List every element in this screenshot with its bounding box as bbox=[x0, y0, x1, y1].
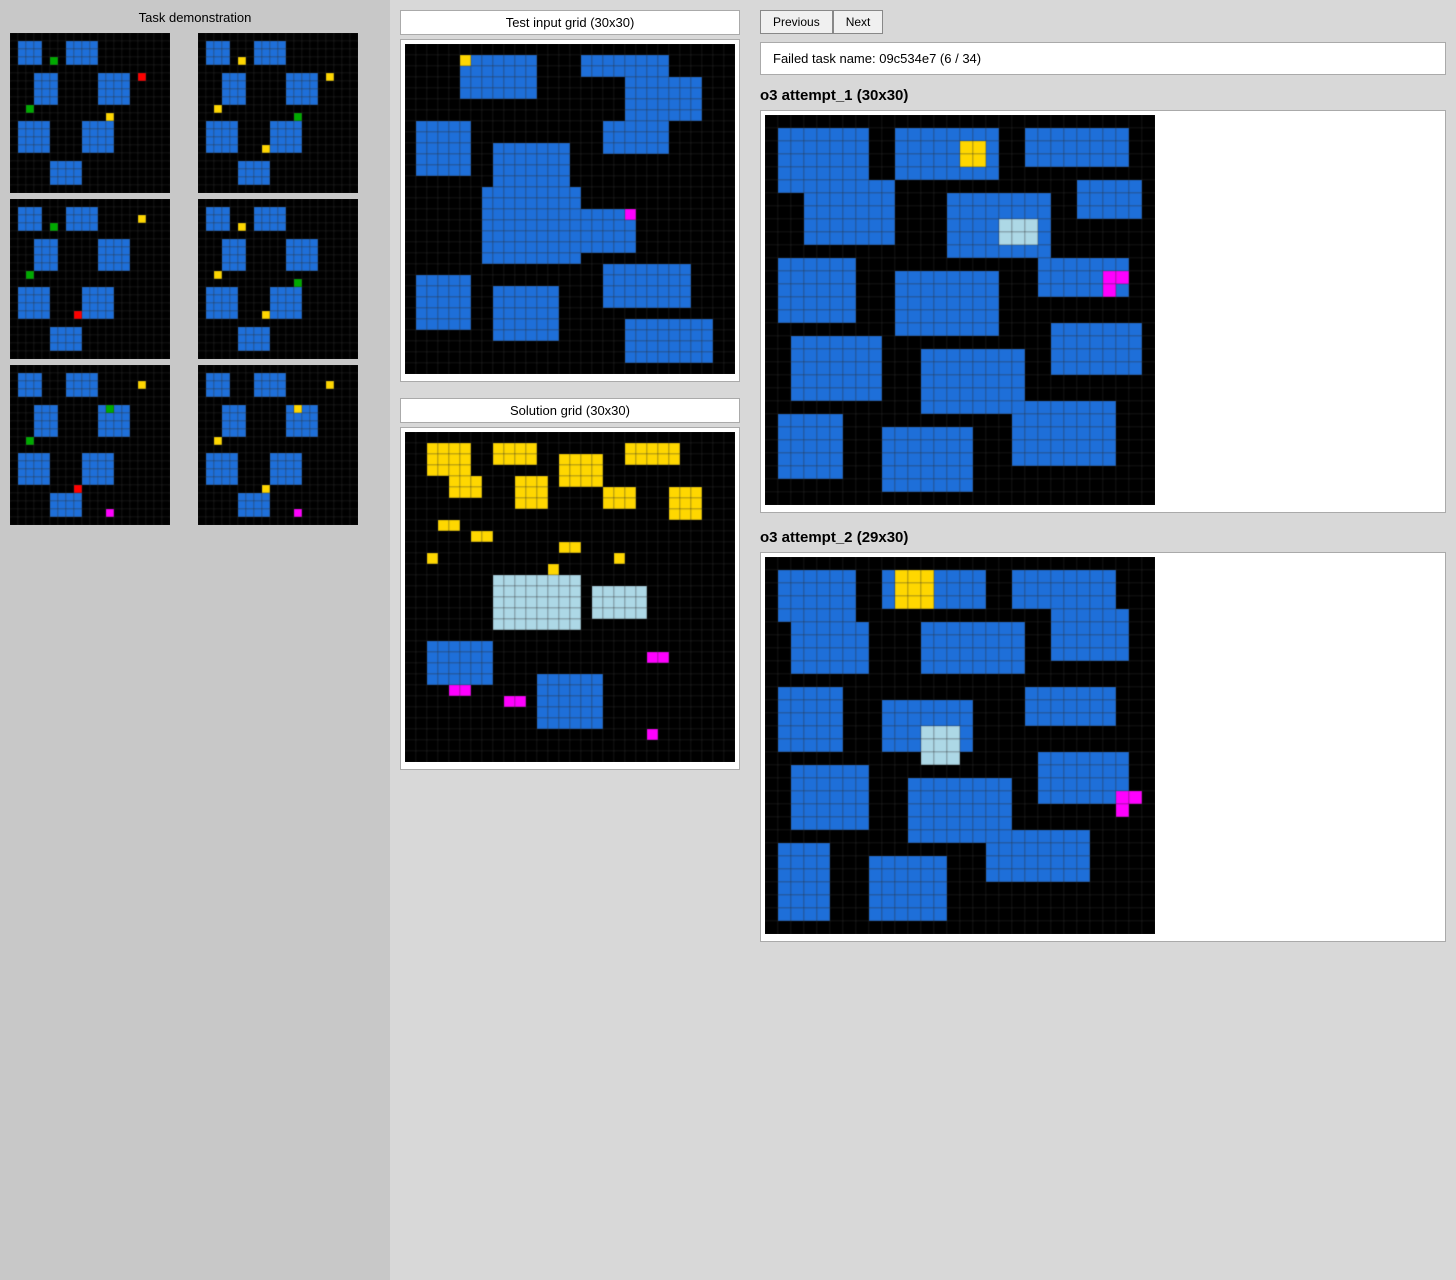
task-info: Failed task name: 09c534e7 (6 / 34) bbox=[760, 42, 1446, 75]
right-panel: Previous Next Failed task name: 09c534e7… bbox=[750, 0, 1456, 1280]
attempt2-wrapper bbox=[760, 552, 1446, 942]
solution-title: Solution grid (30x30) bbox=[400, 398, 740, 423]
attempt2-grid bbox=[765, 557, 1155, 934]
middle-panel: Test input grid (30x30) Solution grid (3… bbox=[390, 0, 750, 1280]
demo-grid-1 bbox=[10, 33, 170, 193]
solution-wrapper bbox=[400, 427, 740, 770]
demo-grid-5 bbox=[10, 365, 170, 525]
test-input-wrapper bbox=[400, 39, 740, 382]
task-info-text: Failed task name: 09c534e7 (6 / 34) bbox=[773, 51, 981, 66]
nav-buttons: Previous Next bbox=[760, 10, 1446, 34]
demo-grid-2 bbox=[198, 33, 358, 193]
attempt1-title: o3 attempt_1 (30x30) bbox=[760, 87, 1446, 104]
attempt1-wrapper bbox=[760, 110, 1446, 513]
attempt1-grid bbox=[765, 115, 1155, 505]
demo-grid-6 bbox=[198, 365, 358, 525]
left-panel: Task demonstration bbox=[0, 0, 390, 1280]
next-button[interactable]: Next bbox=[833, 10, 884, 34]
test-input-grid bbox=[405, 44, 735, 374]
solution-grid bbox=[405, 432, 735, 762]
prev-button[interactable]: Previous bbox=[760, 10, 833, 34]
attempt2-title: o3 attempt_2 (29x30) bbox=[760, 529, 1446, 546]
test-input-title: Test input grid (30x30) bbox=[400, 10, 740, 35]
demo-title: Task demonstration bbox=[10, 10, 380, 25]
demo-grid-container bbox=[10, 33, 380, 525]
demo-grid-4 bbox=[198, 199, 358, 359]
demo-grid-3 bbox=[10, 199, 170, 359]
